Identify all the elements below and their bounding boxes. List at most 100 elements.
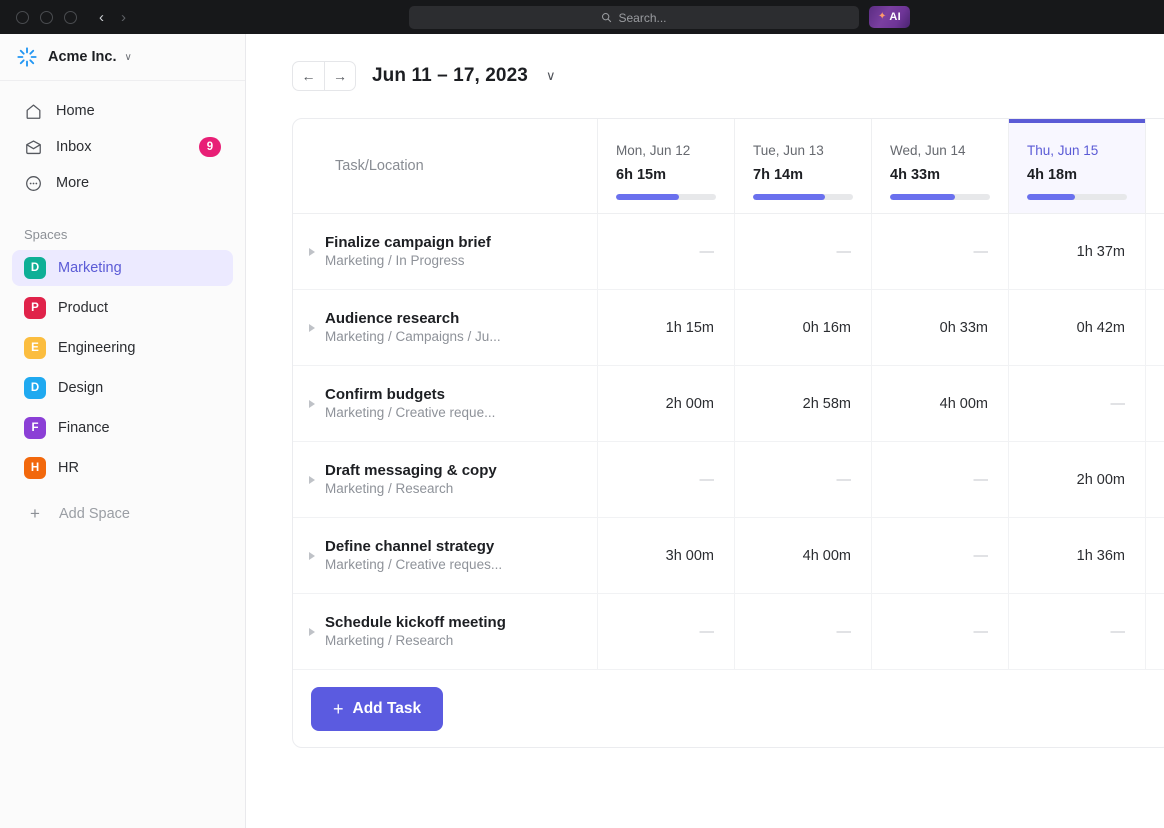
forward-icon[interactable]: › bbox=[121, 10, 126, 25]
space-avatar: P bbox=[24, 297, 46, 319]
add-task-label: Add Task bbox=[353, 700, 422, 718]
day-total: 4h 18m bbox=[1027, 167, 1127, 183]
next-week-button[interactable]: → bbox=[324, 62, 355, 90]
day-name: Tue, Jun 13 bbox=[753, 143, 853, 158]
table-footer: + Add Task bbox=[293, 670, 1164, 747]
space-label: Design bbox=[58, 380, 103, 396]
previous-week-button[interactable]: ← bbox=[293, 62, 324, 90]
expand-arrow-icon[interactable] bbox=[309, 248, 315, 256]
task-cell[interactable]: Finalize campaign brief Marketing / In P… bbox=[293, 214, 598, 289]
day-column-header-thu[interactable]: Thu, Jun 15 4h 18m bbox=[1009, 119, 1146, 213]
time-cell[interactable]: — bbox=[872, 442, 1009, 517]
sidebar-item-more[interactable]: More bbox=[12, 165, 233, 201]
add-task-button[interactable]: + Add Task bbox=[311, 687, 443, 731]
task-cell[interactable]: Confirm budgets Marketing / Creative req… bbox=[293, 366, 598, 441]
task-cell[interactable]: Schedule kickoff meeting Marketing / Res… bbox=[293, 594, 598, 669]
window-controls bbox=[16, 11, 77, 24]
task-title: Define channel strategy bbox=[325, 538, 494, 555]
day-name: Wed, Jun 14 bbox=[890, 143, 990, 158]
time-cell[interactable]: 0h 16m bbox=[735, 290, 872, 365]
space-label: HR bbox=[58, 460, 79, 476]
inbox-badge: 9 bbox=[199, 137, 221, 157]
task-cell[interactable]: Draft messaging & copy Marketing / Resea… bbox=[293, 442, 598, 517]
time-cell[interactable]: 1h 15m bbox=[598, 290, 735, 365]
day-progress-fill bbox=[1027, 194, 1075, 200]
time-cell[interactable]: 1h 37m bbox=[1009, 214, 1146, 289]
time-cell[interactable]: 1h 36m bbox=[1009, 518, 1146, 593]
expand-arrow-icon[interactable] bbox=[309, 552, 315, 560]
space-avatar: E bbox=[24, 337, 46, 359]
day-progress-fill bbox=[890, 194, 955, 200]
time-cell[interactable]: — bbox=[1009, 366, 1146, 441]
timesheet-table: Task/Location Mon, Jun 12 6h 15m Tue, Ju… bbox=[292, 118, 1164, 748]
task-column-label: Task/Location bbox=[335, 158, 424, 174]
maximize-button[interactable] bbox=[64, 11, 77, 24]
expand-arrow-icon[interactable] bbox=[309, 628, 315, 636]
sidebar-item-engineering[interactable]: E Engineering bbox=[12, 330, 233, 366]
day-progress-track bbox=[753, 194, 853, 200]
time-cell[interactable]: 4h 00m bbox=[872, 366, 1009, 441]
day-column-header-tue[interactable]: Tue, Jun 13 7h 14m bbox=[735, 119, 872, 213]
time-cell[interactable]: — bbox=[872, 594, 1009, 669]
time-cell[interactable]: — bbox=[872, 214, 1009, 289]
space-avatar: D bbox=[24, 377, 46, 399]
task-location: Marketing / Research bbox=[325, 481, 453, 496]
time-cell[interactable]: 2h 00m bbox=[598, 366, 735, 441]
sidebar-item-marketing[interactable]: D Marketing bbox=[12, 250, 233, 286]
time-cell[interactable]: — bbox=[598, 214, 735, 289]
search-icon bbox=[601, 12, 612, 23]
time-cell[interactable]: — bbox=[735, 442, 872, 517]
sidebar-item-finance[interactable]: F Finance bbox=[12, 410, 233, 446]
day-total: 6h 15m bbox=[616, 167, 716, 183]
time-cell[interactable]: — bbox=[735, 594, 872, 669]
back-icon[interactable]: ‹ bbox=[99, 10, 104, 25]
time-cell[interactable]: — bbox=[872, 518, 1009, 593]
task-cell[interactable]: Audience research Marketing / Campaigns … bbox=[293, 290, 598, 365]
time-cell[interactable]: — bbox=[735, 214, 872, 289]
day-name: Mon, Jun 12 bbox=[616, 143, 716, 158]
day-column-header-wed[interactable]: Wed, Jun 14 4h 33m bbox=[872, 119, 1009, 213]
ai-button-label: AI bbox=[889, 11, 901, 23]
sidebar-item-inbox[interactable]: Inbox 9 bbox=[12, 129, 233, 165]
spaces-list: D Marketing P Product E Engineering D De… bbox=[0, 250, 245, 490]
minimize-button[interactable] bbox=[40, 11, 53, 24]
time-cell[interactable]: 2h 58m bbox=[735, 366, 872, 441]
sidebar-item-design[interactable]: D Design bbox=[12, 370, 233, 406]
day-progress-fill bbox=[753, 194, 825, 200]
table-row: Schedule kickoff meeting Marketing / Res… bbox=[293, 594, 1164, 670]
search-input[interactable]: Search... bbox=[409, 6, 859, 29]
time-cell[interactable]: — bbox=[1009, 594, 1146, 669]
task-cell[interactable]: Define channel strategy Marketing / Crea… bbox=[293, 518, 598, 593]
add-space-label: Add Space bbox=[59, 506, 130, 522]
sidebar-item-hr[interactable]: H HR bbox=[12, 450, 233, 486]
time-cell[interactable]: 4h 00m bbox=[735, 518, 872, 593]
sidebar-item-product[interactable]: P Product bbox=[12, 290, 233, 326]
time-cell[interactable]: — bbox=[598, 442, 735, 517]
task-location: Marketing / Creative reques... bbox=[325, 557, 502, 572]
space-label: Engineering bbox=[58, 340, 135, 356]
workspace-switcher[interactable]: Acme Inc. ∨ bbox=[0, 34, 245, 81]
chevron-down-icon[interactable]: ∨ bbox=[546, 68, 556, 84]
close-button[interactable] bbox=[16, 11, 29, 24]
search-placeholder: Search... bbox=[618, 11, 666, 25]
app-window: ‹ › Search... ✦ AI bbox=[0, 0, 1164, 828]
time-cell[interactable]: — bbox=[598, 594, 735, 669]
sidebar-item-label: Home bbox=[56, 103, 95, 119]
time-cell[interactable]: 0h 33m bbox=[872, 290, 1009, 365]
day-column-header-mon[interactable]: Mon, Jun 12 6h 15m bbox=[598, 119, 735, 213]
expand-arrow-icon[interactable] bbox=[309, 400, 315, 408]
more-icon bbox=[24, 174, 43, 193]
sidebar-item-label: More bbox=[56, 175, 89, 191]
time-cell[interactable]: 0h 42m bbox=[1009, 290, 1146, 365]
browser-nav: ‹ › bbox=[99, 10, 126, 25]
expand-arrow-icon[interactable] bbox=[309, 476, 315, 484]
space-label: Product bbox=[58, 300, 108, 316]
ai-button[interactable]: ✦ AI bbox=[869, 6, 910, 28]
sidebar-item-home[interactable]: Home bbox=[12, 93, 233, 129]
time-cell[interactable]: 2h 00m bbox=[1009, 442, 1146, 517]
task-title: Schedule kickoff meeting bbox=[325, 614, 506, 631]
time-cell[interactable]: 3h 00m bbox=[598, 518, 735, 593]
expand-arrow-icon[interactable] bbox=[309, 324, 315, 332]
add-space-button[interactable]: + Add Space bbox=[12, 496, 233, 532]
task-title: Draft messaging & copy bbox=[325, 462, 497, 479]
